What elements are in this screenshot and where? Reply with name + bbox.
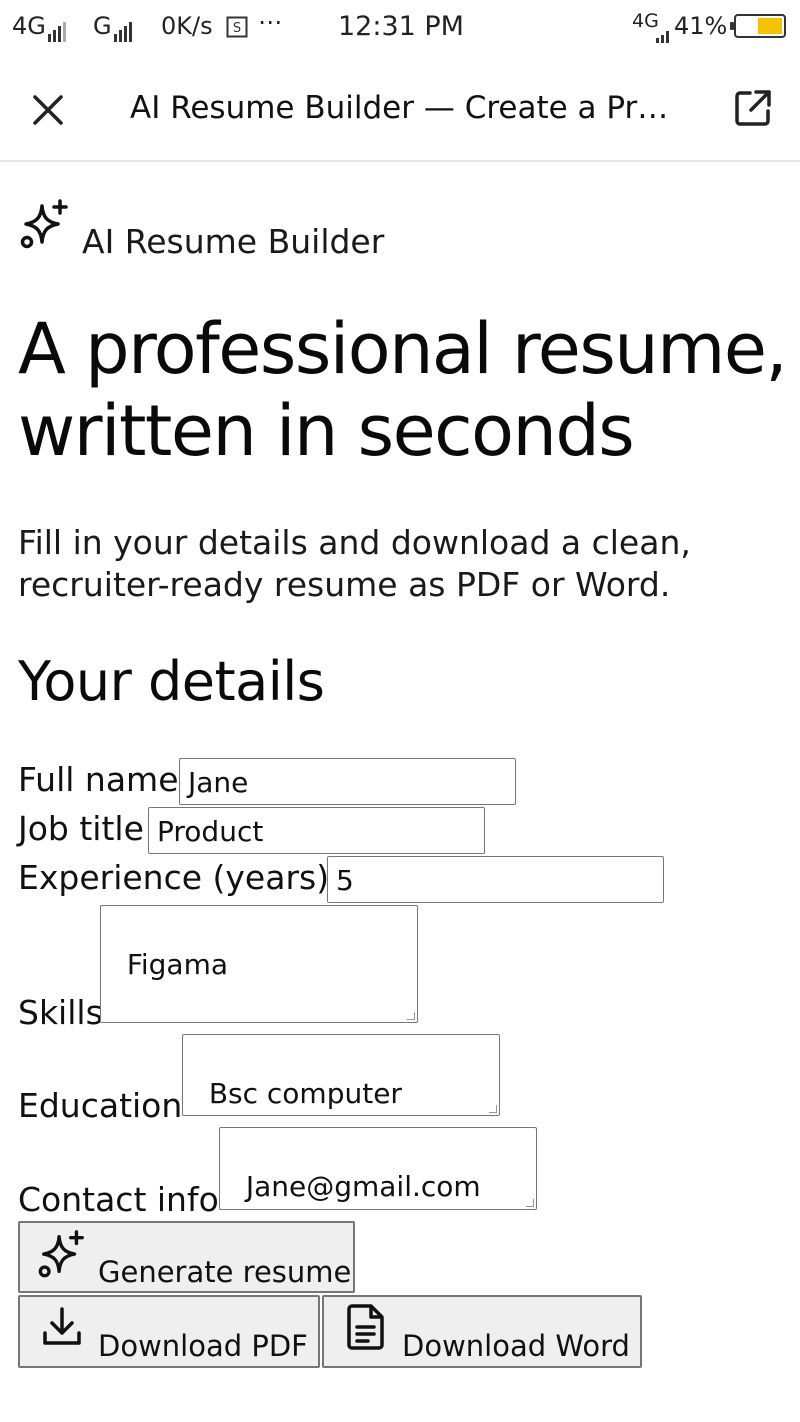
hero-title: A professional resume, written in second…: [18, 308, 788, 472]
screenshot-icon: S: [226, 16, 248, 44]
clock: 12:31 PM: [338, 11, 464, 42]
contact-value: Jane@gmail.com 080000000000: [228, 1170, 481, 1209]
status-bar: 4G G 0K/s S ⋯ 12:31 PM 4G 41%: [0, 0, 800, 56]
signal-1-icon: [48, 12, 68, 42]
signal-3-icon: [656, 13, 671, 43]
education-value: Bsc computer science: [191, 1077, 402, 1115]
download-word-button[interactable]: Download Word: [322, 1295, 642, 1368]
job-title-input[interactable]: Product: [148, 807, 485, 854]
download-pdf-label: Download PDF: [98, 1329, 308, 1363]
sparkles-icon: [38, 1230, 84, 1278]
open-external-icon[interactable]: [732, 87, 774, 129]
network-3-label: 4G: [632, 10, 659, 32]
document-icon: [347, 1304, 384, 1350]
hero-subtitle: Fill in your details and download a clea…: [18, 523, 691, 604]
browser-toolbar: AI Resume Builder — Create a Pr…: [0, 56, 800, 162]
full-name-input[interactable]: Jane: [179, 758, 516, 805]
page-title: AI Resume Builder — Create a Pr…: [130, 90, 669, 126]
download-pdf-button[interactable]: Download PDF: [18, 1295, 320, 1368]
data-speed: 0K/s: [161, 12, 213, 40]
job-title-label: Job title: [18, 809, 144, 848]
download-icon: [43, 1307, 81, 1345]
battery-icon: [730, 14, 786, 38]
skills-label: Skills: [18, 993, 103, 1032]
more-dots-icon: ⋯: [258, 8, 282, 36]
generate-resume-button[interactable]: Generate resume: [18, 1221, 355, 1293]
sparkles-icon: [20, 199, 68, 249]
svg-text:S: S: [233, 21, 241, 36]
education-label: Education: [18, 1086, 183, 1125]
skills-textarea[interactable]: Figama: [100, 905, 418, 1023]
education-textarea[interactable]: Bsc computer science: [182, 1034, 500, 1116]
brand-name: AI Resume Builder: [82, 222, 385, 261]
experience-label: Experience (years): [18, 858, 330, 897]
signal-2-icon: [114, 12, 134, 42]
contact-label: Contact info: [18, 1180, 219, 1219]
close-icon[interactable]: [28, 90, 68, 130]
network-1-label: 4G: [12, 12, 46, 40]
download-word-label: Download Word: [402, 1329, 630, 1363]
skills-value: Figama: [126, 948, 229, 981]
network-2-label: G: [93, 12, 112, 40]
battery-percent: 41%: [674, 12, 728, 40]
form-heading: Your details: [18, 650, 325, 713]
generate-resume-label: Generate resume: [98, 1255, 352, 1289]
experience-input[interactable]: 5: [327, 856, 664, 903]
full-name-label: Full name: [18, 760, 179, 799]
contact-textarea[interactable]: Jane@gmail.com 080000000000: [219, 1127, 537, 1210]
